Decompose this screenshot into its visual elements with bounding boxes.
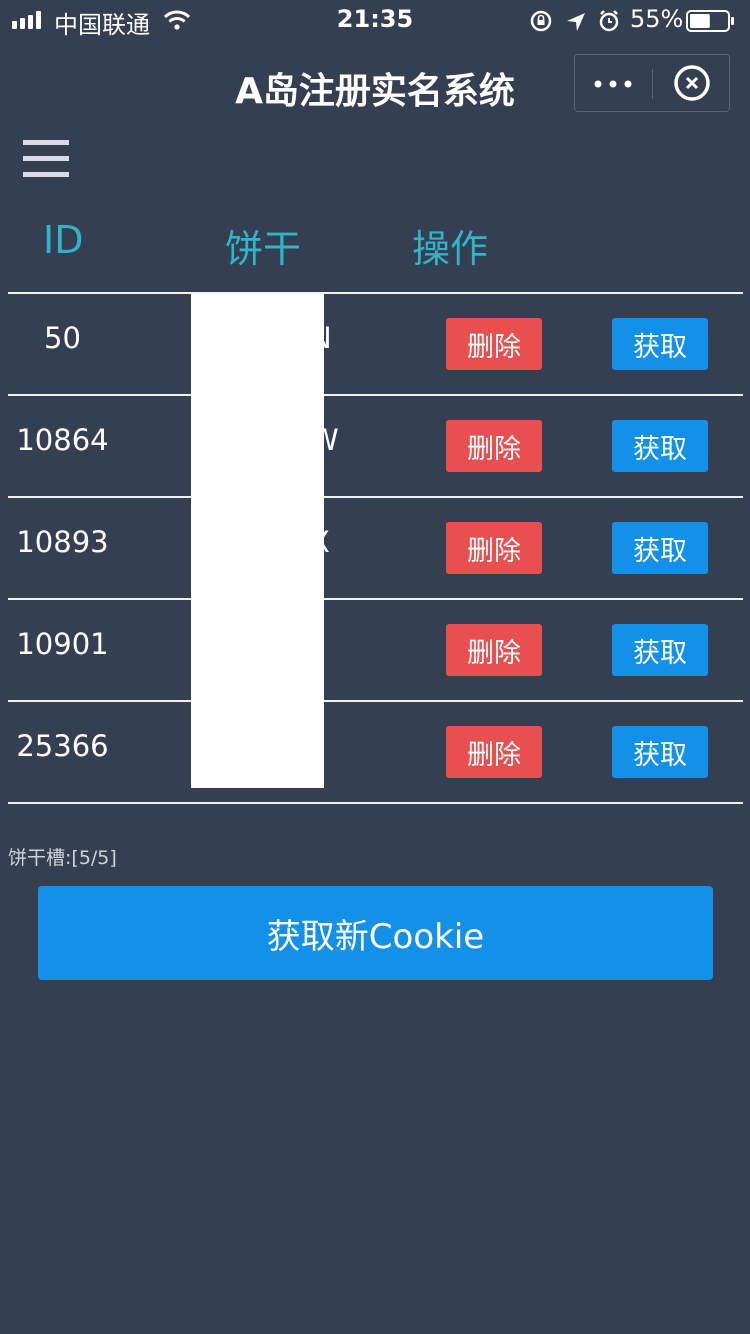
- battery-icon: [686, 10, 734, 32]
- alarm-icon: [599, 10, 619, 32]
- delete-button[interactable]: 删除: [446, 318, 542, 370]
- column-header-id: ID: [43, 218, 84, 262]
- cookie-slot-count: 饼干槽:[5/5]: [8, 847, 117, 869]
- row-id: 10901: [16, 627, 109, 661]
- get-button[interactable]: 获取: [612, 624, 708, 676]
- status-icons: [530, 10, 619, 32]
- table-row: 10901 删除 获取: [0, 600, 750, 700]
- status-bar: 中国联通 21:35 55%: [0, 0, 750, 42]
- table-row: 25366 删除 获取: [0, 702, 750, 802]
- get-button[interactable]: 获取: [612, 726, 708, 778]
- column-header-cookie: 饼干: [225, 227, 302, 271]
- delete-button[interactable]: 删除: [446, 420, 542, 472]
- battery-percent: 55%: [630, 5, 684, 33]
- close-icon[interactable]: [672, 63, 712, 103]
- get-new-cookie-button[interactable]: 获取新Cookie: [38, 886, 713, 980]
- row-id: 50: [44, 321, 81, 355]
- hamburger-menu-icon[interactable]: [23, 140, 69, 178]
- mini-program-capsule: [574, 54, 730, 112]
- location-icon: [567, 13, 585, 31]
- table-row: 10864 W 删除 获取: [0, 396, 750, 496]
- capsule-divider: [652, 69, 653, 99]
- rotation-lock-icon: [530, 10, 552, 32]
- get-button[interactable]: 获取: [612, 318, 708, 370]
- row-id: 25366: [16, 729, 109, 763]
- column-header-actions: 操作: [412, 227, 489, 271]
- row-divider: [8, 802, 743, 804]
- get-button[interactable]: 获取: [612, 420, 708, 472]
- redaction-block: [191, 294, 324, 788]
- table-row: 50 N 删除 获取: [0, 294, 750, 394]
- row-id: 10864: [16, 423, 109, 457]
- delete-button[interactable]: 删除: [446, 624, 542, 676]
- delete-button[interactable]: 删除: [446, 522, 542, 574]
- table-row: 10893 X 删除 获取: [0, 498, 750, 598]
- more-icon[interactable]: [593, 74, 633, 94]
- row-id: 10893: [16, 525, 109, 559]
- get-button[interactable]: 获取: [612, 522, 708, 574]
- delete-button[interactable]: 删除: [446, 726, 542, 778]
